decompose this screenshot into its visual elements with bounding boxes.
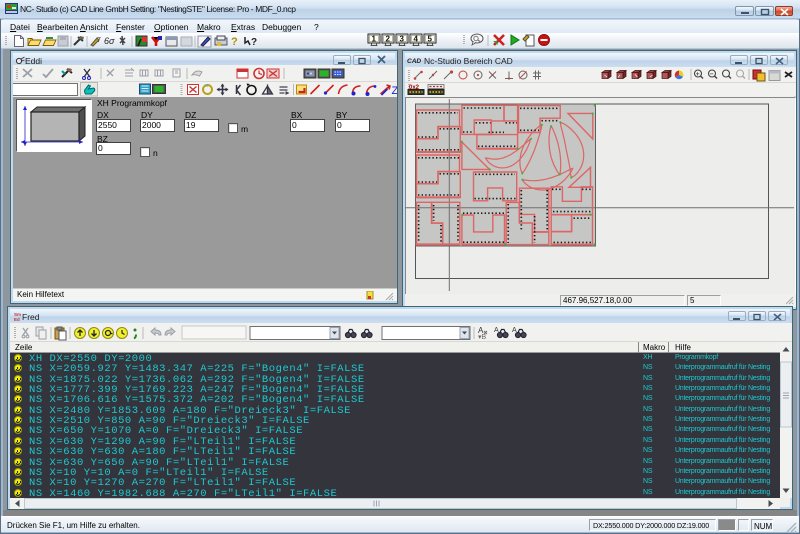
svg-text:5: 5 [428,35,433,44]
svg-text:1: 1 [372,35,377,44]
svg-text:▾B: ▾B [478,334,487,341]
svg-text:+: + [696,71,700,78]
svg-text:7: 7 [97,37,101,44]
svg-text:CAD: CAD [407,58,421,65]
svg-text:6σ: 6σ [104,36,115,46]
svg-text:?: ? [251,37,257,48]
svg-text:Ed: Ed [14,317,20,322]
svg-text:Z: Z [392,85,398,97]
svg-text:4: 4 [414,35,419,44]
svg-text:2: 2 [386,35,391,44]
svg-text:0x2: 0x2 [409,85,420,91]
svg-text:−: − [710,71,714,78]
svg-text:?: ? [231,36,238,48]
svg-text:3: 3 [400,35,405,44]
